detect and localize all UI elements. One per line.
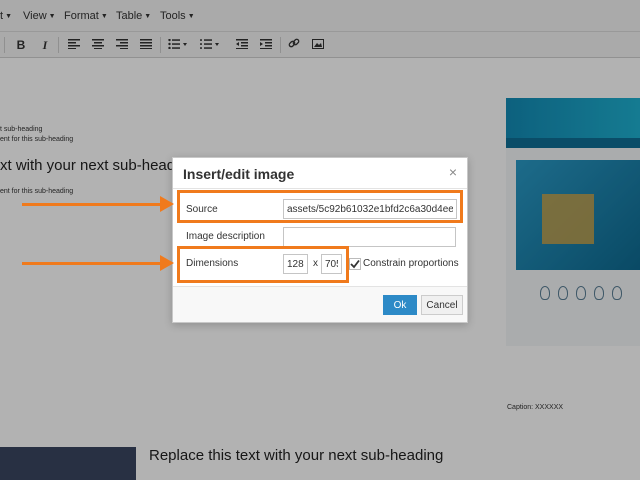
constrain-label: Constrain proportions: [363, 258, 459, 269]
cancel-button[interactable]: Cancel: [421, 295, 463, 315]
close-icon[interactable]: ×: [449, 164, 457, 180]
description-input[interactable]: [283, 227, 456, 247]
constrain-checkbox[interactable]: [349, 258, 361, 270]
arrow-right-icon: [160, 196, 174, 212]
description-label: Image description: [186, 231, 265, 242]
dialog-title: Insert/edit image: [183, 166, 295, 182]
ok-button[interactable]: Ok: [383, 295, 417, 315]
dimensions-highlight: [177, 246, 349, 283]
arrow-line: [22, 262, 162, 265]
divider: [173, 188, 467, 189]
insert-image-dialog: Insert/edit image × Source Image descrip…: [172, 157, 468, 323]
source-highlight: [177, 190, 463, 223]
arrow-right-icon: [160, 255, 174, 271]
arrow-line: [22, 203, 162, 206]
